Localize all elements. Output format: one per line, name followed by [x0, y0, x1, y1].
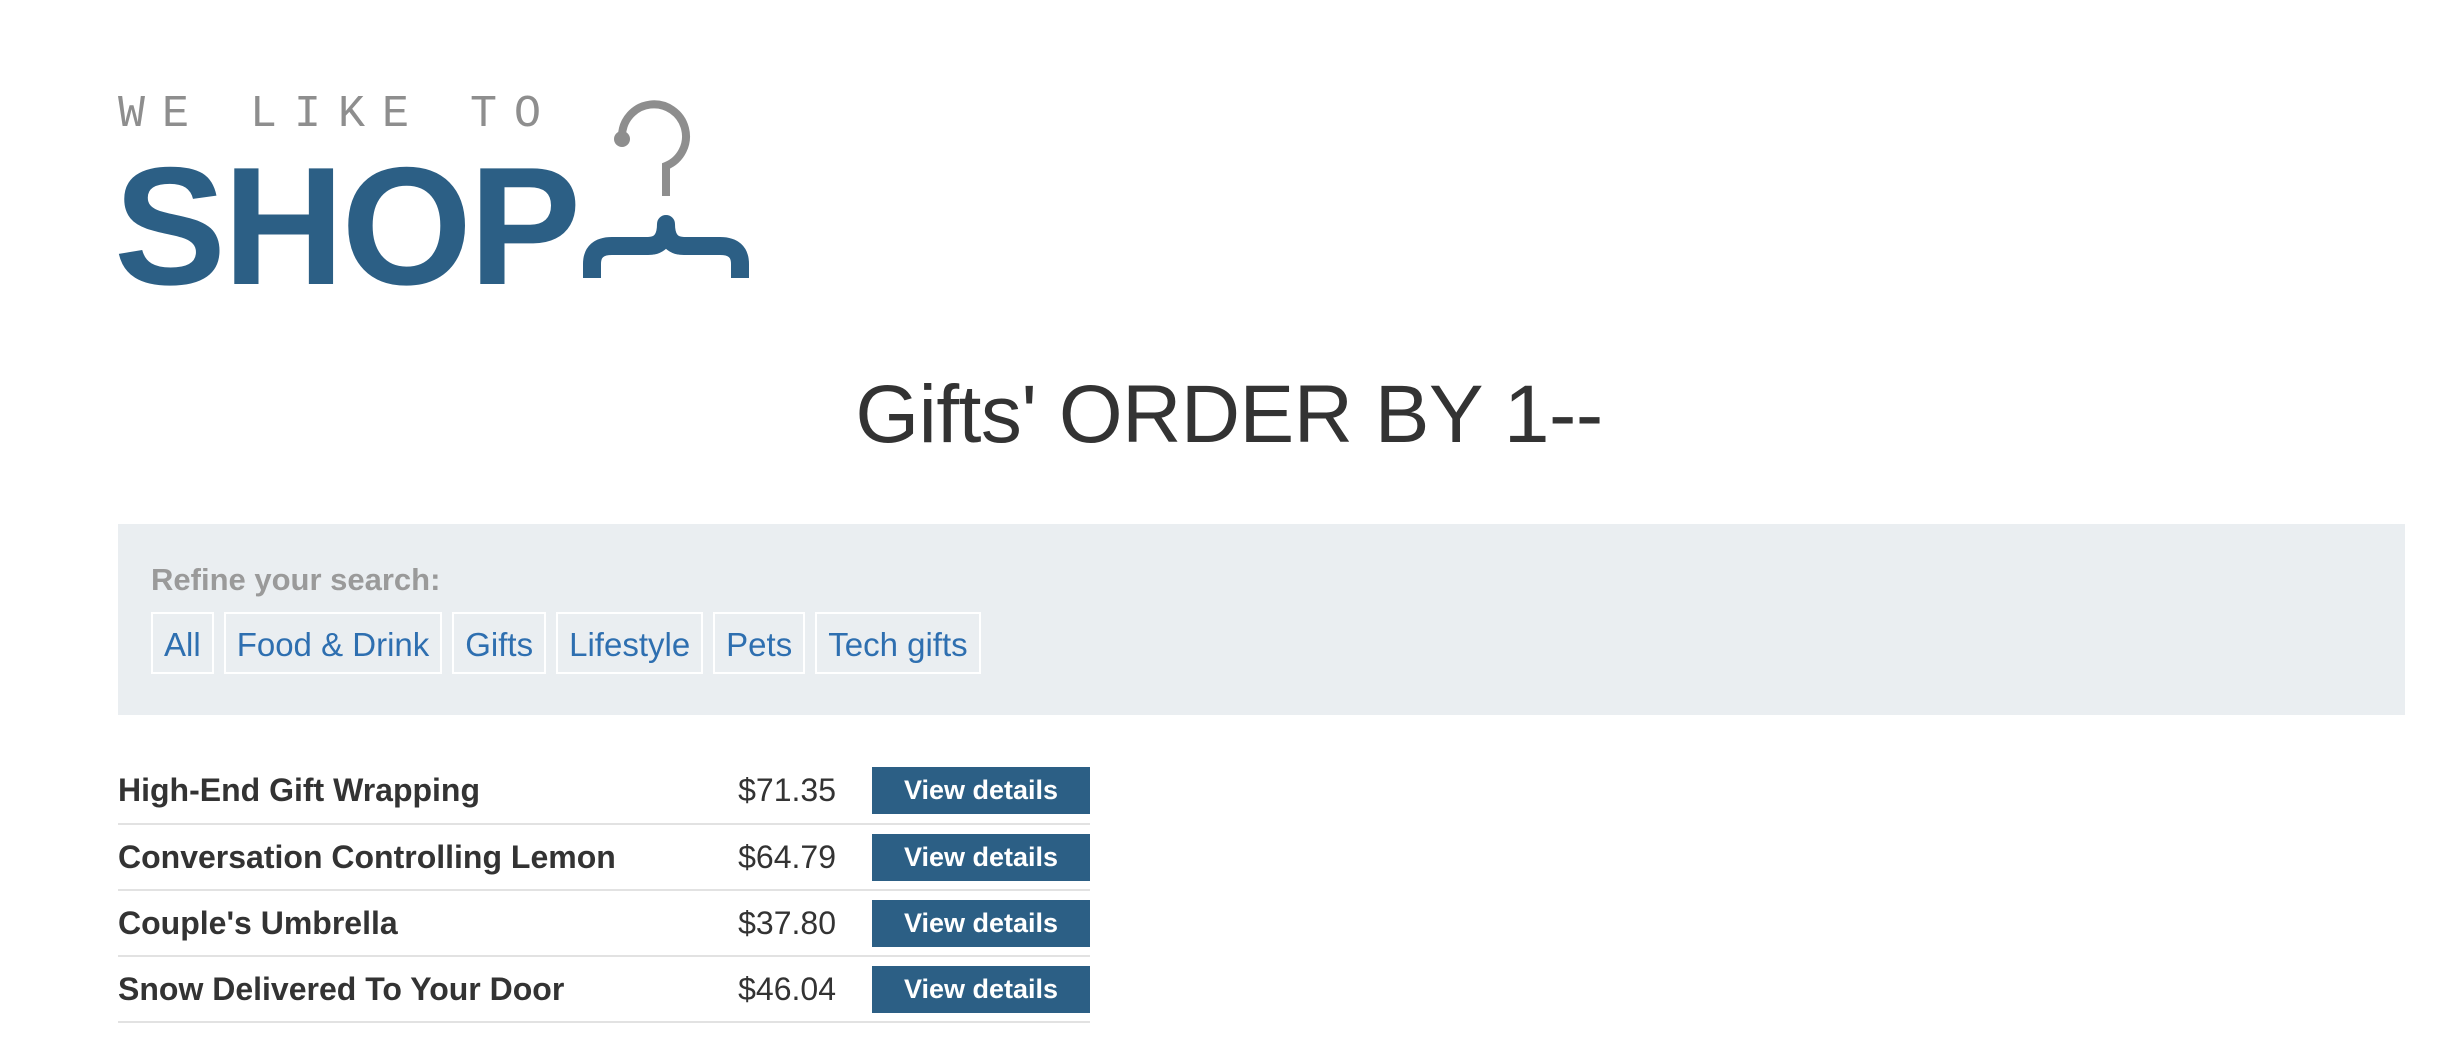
- page: WE LIKE TO SHOP Gifts' ORDER BY 1-- Refi…: [0, 0, 2458, 1046]
- product-name: Conversation Controlling Lemon: [118, 838, 616, 875]
- product-action: View details: [872, 758, 1090, 824]
- refine-search-label: Refine your search:: [151, 562, 441, 597]
- refine-search-panel: Refine your search: All Food & Drink Gif…: [118, 524, 2405, 715]
- product-action: View details: [872, 824, 1090, 890]
- hanger-icon: [583, 100, 749, 278]
- product-row: Snow Delivered To Your Door $46.04 View …: [118, 956, 1090, 1022]
- filter-tech-gifts[interactable]: Tech gifts: [815, 612, 981, 674]
- product-action: View details: [872, 956, 1090, 1022]
- product-price: $46.04: [738, 970, 836, 1007]
- logo-tagline: WE LIKE TO: [118, 89, 559, 140]
- filter-lifestyle[interactable]: Lifestyle: [556, 612, 704, 674]
- filter-all[interactable]: All: [151, 612, 214, 674]
- logo-word: SHOP: [114, 132, 581, 320]
- view-details-button[interactable]: View details: [872, 899, 1090, 947]
- page-title: Gifts' ORDER BY 1--: [855, 369, 1603, 460]
- product-name: Snow Delivered To Your Door: [118, 970, 565, 1007]
- product-row: High-End Gift Wrapping $71.35 View detai…: [118, 758, 1090, 824]
- filter-gifts[interactable]: Gifts: [452, 612, 547, 674]
- product-row: Couple's Umbrella $37.80 View details: [118, 890, 1090, 956]
- product-price: $64.79: [738, 838, 836, 875]
- filter-food-drink[interactable]: Food & Drink: [223, 612, 443, 674]
- product-name: Couple's Umbrella: [118, 904, 398, 941]
- product-action: View details: [872, 890, 1090, 956]
- category-filters: All Food & Drink Gifts Lifestyle Pets Te…: [151, 612, 981, 674]
- product-price: $71.35: [738, 772, 836, 808]
- view-details-button[interactable]: View details: [872, 965, 1090, 1013]
- product-row: Conversation Controlling Lemon $64.79 Vi…: [118, 824, 1090, 890]
- product-price: $37.80: [738, 904, 836, 941]
- filter-pets[interactable]: Pets: [713, 612, 806, 674]
- view-details-button[interactable]: View details: [872, 767, 1090, 814]
- product-table: High-End Gift Wrapping $71.35 View detai…: [118, 758, 1090, 1023]
- shop-logo[interactable]: WE LIKE TO SHOP: [114, 88, 836, 310]
- view-details-button[interactable]: View details: [872, 833, 1090, 881]
- product-name: High-End Gift Wrapping: [118, 772, 481, 808]
